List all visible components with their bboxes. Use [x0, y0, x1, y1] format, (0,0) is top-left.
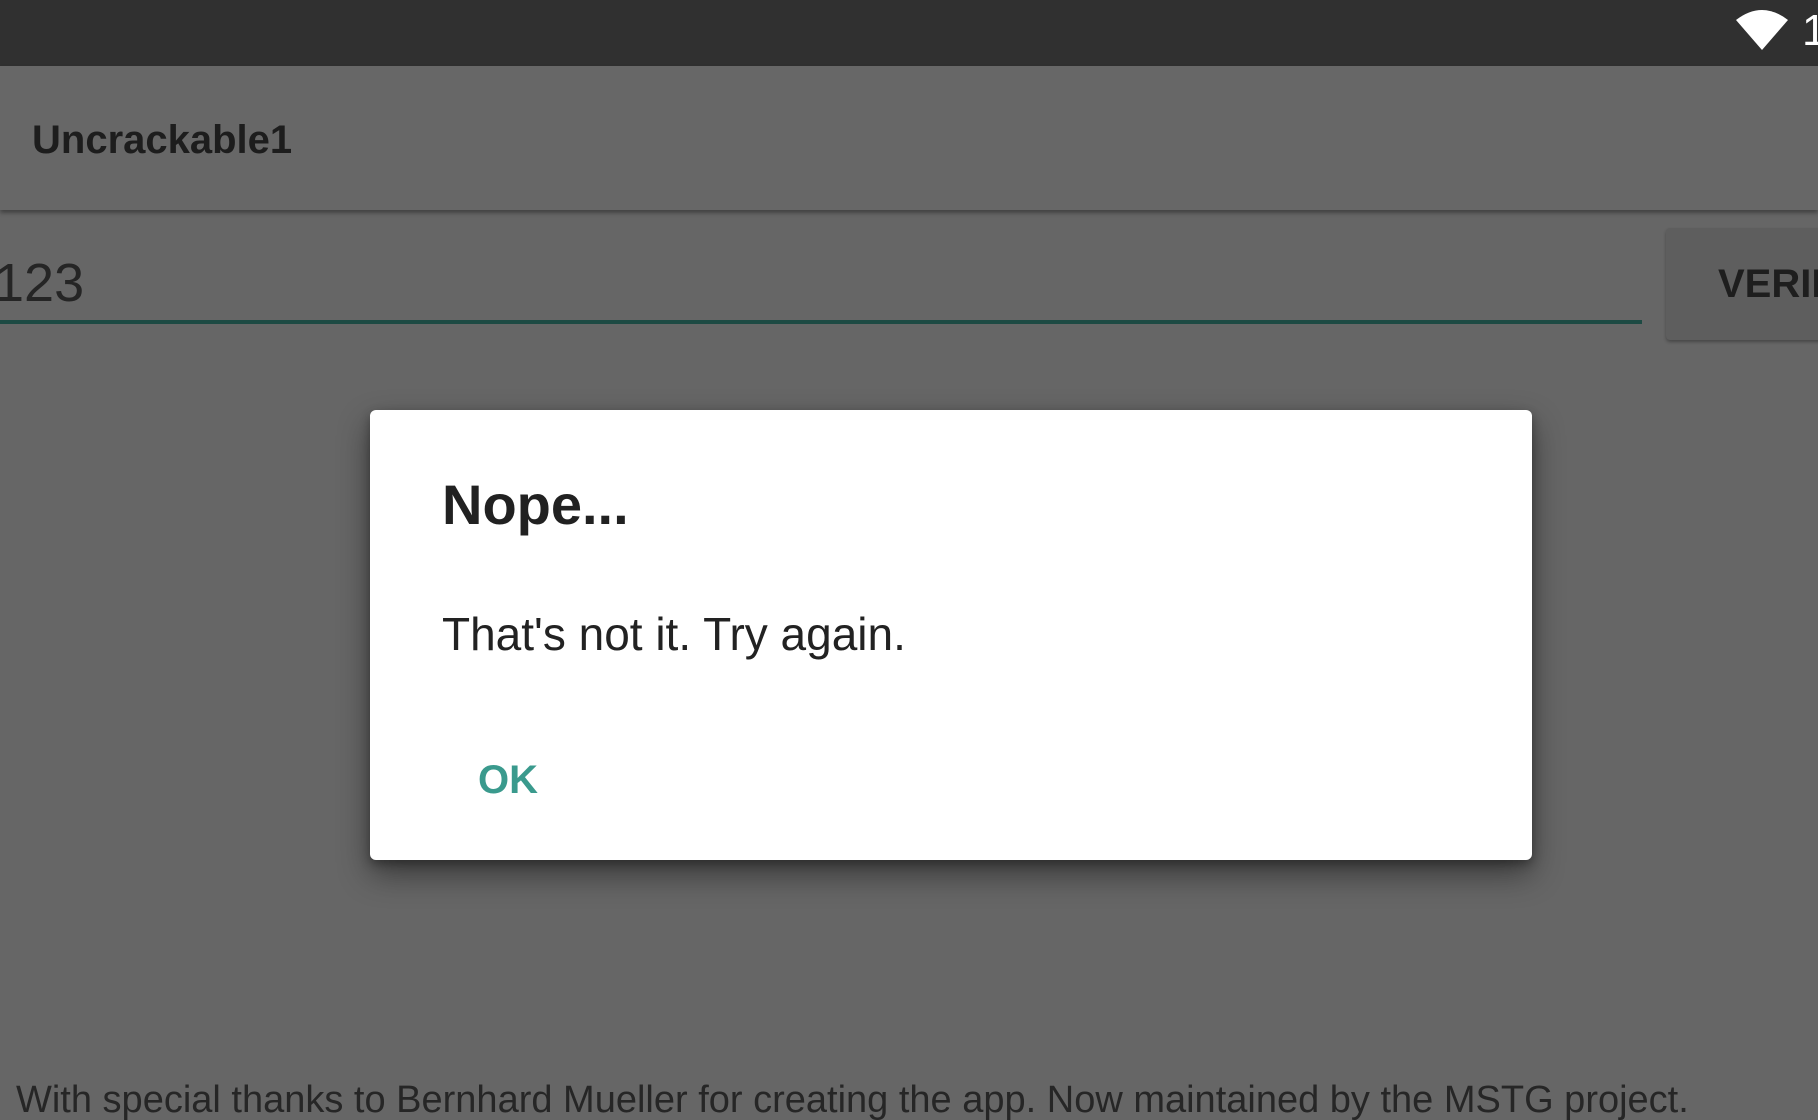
alert-dialog: Nope... That's not it. Try again. OK — [370, 410, 1532, 860]
secret-input[interactable] — [0, 246, 1642, 324]
status-clock: 1 — [1802, 6, 1818, 55]
footer-credits: With special thanks to Bernhard Mueller … — [16, 1079, 1689, 1120]
dialog-title: Nope... — [442, 473, 629, 536]
app-title: Uncrackable1 — [32, 118, 293, 162]
dialog-ok-button[interactable]: OK — [458, 740, 558, 820]
verify-button[interactable]: VERIFY — [1666, 228, 1818, 340]
status-bar: 1 — [0, 0, 1818, 66]
dialog-message: That's not it. Try again. — [442, 608, 906, 660]
app-bar: Uncrackable1 — [0, 66, 1818, 210]
wifi-icon — [1736, 10, 1788, 50]
app-screen: 1 Uncrackable1 VERIFY With special thank… — [0, 0, 1818, 1120]
